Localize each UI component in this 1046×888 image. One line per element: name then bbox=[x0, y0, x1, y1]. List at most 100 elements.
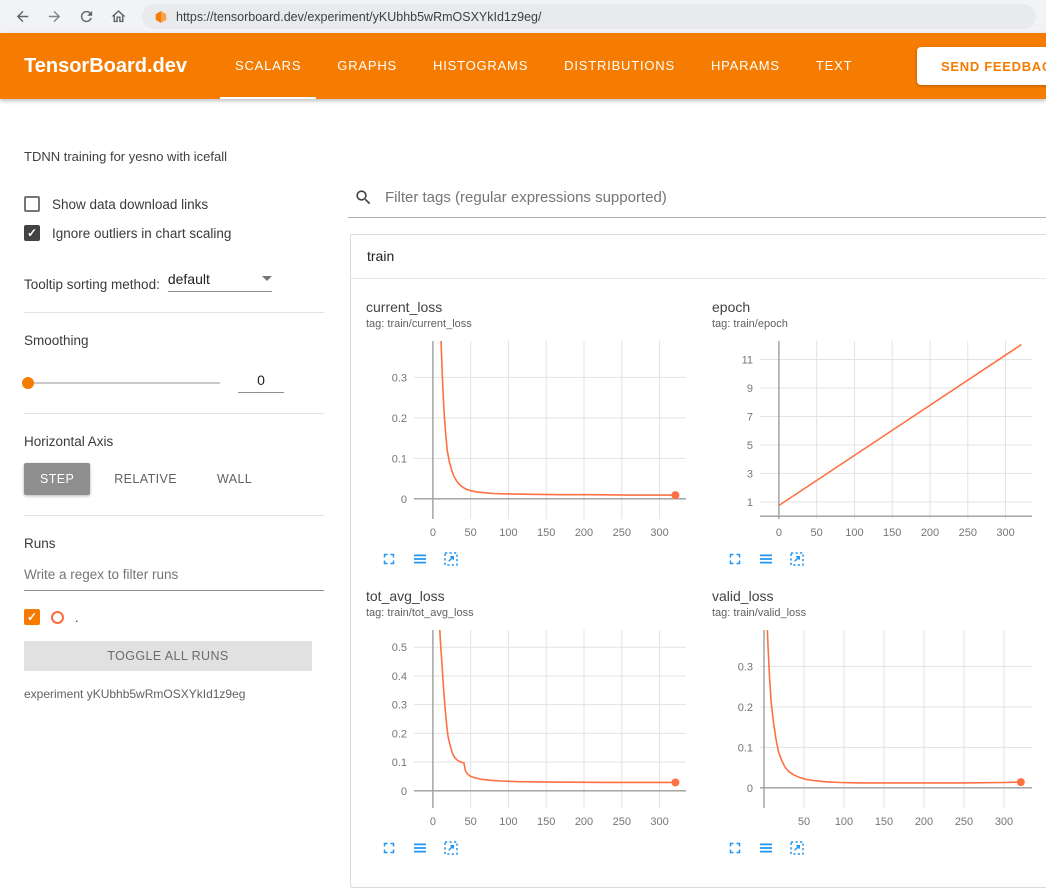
fit-domain-icon[interactable] bbox=[442, 550, 460, 568]
forward-icon[interactable] bbox=[42, 5, 66, 29]
axis-wall-button[interactable]: WALL bbox=[201, 463, 268, 495]
fit-domain-icon[interactable] bbox=[788, 839, 806, 857]
smoothing-slider[interactable] bbox=[24, 382, 220, 384]
svg-text:0.3: 0.3 bbox=[392, 372, 407, 384]
app-header: TensorBoard.dev SCALARS GRAPHS HISTOGRAM… bbox=[0, 33, 1046, 99]
svg-text:0.5: 0.5 bbox=[392, 642, 407, 654]
svg-text:0: 0 bbox=[401, 786, 407, 798]
full-width-icon[interactable] bbox=[411, 839, 429, 857]
tag-filter-bar bbox=[348, 178, 1046, 218]
tag-group-title[interactable]: train bbox=[351, 235, 1046, 279]
svg-text:250: 250 bbox=[613, 816, 631, 828]
line-chart-epoch[interactable]: 0501001502002503001357911 bbox=[712, 336, 1042, 546]
svg-text:0.1: 0.1 bbox=[392, 453, 407, 465]
back-icon[interactable] bbox=[10, 5, 34, 29]
svg-text:0: 0 bbox=[776, 527, 782, 539]
fullscreen-icon[interactable] bbox=[380, 550, 398, 568]
svg-text:50: 50 bbox=[811, 527, 823, 539]
tab-hparams[interactable]: HPARAMS bbox=[696, 33, 795, 99]
browser-toolbar: https://tensorboard.dev/experiment/yKUbh… bbox=[0, 0, 1046, 33]
fullscreen-icon[interactable] bbox=[726, 550, 744, 568]
run-row: . bbox=[24, 609, 324, 625]
fit-domain-icon[interactable] bbox=[788, 550, 806, 568]
svg-text:150: 150 bbox=[537, 527, 555, 539]
svg-text:100: 100 bbox=[845, 527, 863, 539]
svg-text:200: 200 bbox=[915, 816, 933, 828]
full-width-icon[interactable] bbox=[757, 550, 775, 568]
toggle-all-runs-button[interactable]: TOGGLE ALL RUNS bbox=[24, 641, 312, 671]
reload-icon[interactable] bbox=[74, 5, 98, 29]
tooltip-sorting-select[interactable]: default bbox=[168, 271, 272, 292]
line-chart-current-loss[interactable]: 05010015020025030000.10.20.3 bbox=[366, 336, 696, 546]
full-width-icon[interactable] bbox=[757, 839, 775, 857]
svg-text:3: 3 bbox=[747, 468, 753, 480]
fullscreen-icon[interactable] bbox=[726, 839, 744, 857]
horizontal-axis-label: Horizontal Axis bbox=[24, 434, 324, 449]
svg-text:300: 300 bbox=[996, 527, 1014, 539]
divider bbox=[24, 515, 324, 516]
svg-text:250: 250 bbox=[955, 816, 973, 828]
svg-text:0: 0 bbox=[747, 783, 753, 795]
tab-graphs[interactable]: GRAPHS bbox=[322, 33, 412, 99]
tab-text[interactable]: TEXT bbox=[801, 33, 867, 99]
svg-text:0: 0 bbox=[401, 494, 407, 506]
tag-filter-input[interactable] bbox=[383, 188, 1040, 207]
app-title[interactable]: TensorBoard.dev bbox=[24, 33, 187, 99]
svg-text:250: 250 bbox=[959, 527, 977, 539]
tensorboard-favicon bbox=[154, 10, 168, 24]
address-bar[interactable]: https://tensorboard.dev/experiment/yKUbh… bbox=[142, 4, 1036, 29]
svg-text:100: 100 bbox=[499, 527, 517, 539]
divider bbox=[24, 413, 324, 414]
slider-thumb[interactable] bbox=[22, 377, 34, 389]
divider bbox=[24, 312, 324, 313]
search-icon bbox=[354, 188, 373, 207]
tag-group-card: train current_loss tag: train/current_lo… bbox=[350, 234, 1046, 888]
svg-text:0.1: 0.1 bbox=[738, 742, 753, 754]
chart-card-tot-avg-loss: tot_avg_loss tag: train/tot_avg_loss 050… bbox=[366, 588, 696, 857]
chart-title: current_loss bbox=[366, 299, 696, 315]
svg-text:0.2: 0.2 bbox=[392, 413, 407, 425]
svg-text:0.4: 0.4 bbox=[392, 671, 407, 683]
tab-histograms[interactable]: HISTOGRAMS bbox=[418, 33, 543, 99]
run-name: . bbox=[75, 610, 79, 625]
svg-text:300: 300 bbox=[650, 527, 668, 539]
fullscreen-icon[interactable] bbox=[380, 839, 398, 857]
svg-text:300: 300 bbox=[995, 816, 1013, 828]
runs-filter-input[interactable] bbox=[24, 561, 324, 591]
line-chart-tot-avg-loss[interactable]: 05010015020025030000.10.20.30.40.5 bbox=[366, 625, 696, 835]
url-text: https://tensorboard.dev/experiment/yKUbh… bbox=[176, 10, 541, 24]
svg-text:200: 200 bbox=[575, 816, 593, 828]
ignore-outliers-label: Ignore outliers in chart scaling bbox=[52, 226, 231, 241]
svg-text:150: 150 bbox=[883, 527, 901, 539]
tab-distributions[interactable]: DISTRIBUTIONS bbox=[549, 33, 690, 99]
tab-scalars[interactable]: SCALARS bbox=[220, 33, 316, 99]
chart-toolbar bbox=[366, 550, 696, 568]
send-feedback-button[interactable]: SEND FEEDBACK bbox=[917, 47, 1046, 85]
svg-text:0: 0 bbox=[430, 816, 436, 828]
chart-title: valid_loss bbox=[712, 588, 1042, 604]
show-download-links-checkbox[interactable] bbox=[24, 196, 40, 212]
chart-tag: tag: train/valid_loss bbox=[712, 607, 1042, 619]
svg-text:150: 150 bbox=[537, 816, 555, 828]
chevron-down-icon bbox=[262, 276, 272, 281]
axis-relative-button[interactable]: RELATIVE bbox=[98, 463, 193, 495]
line-chart-valid-loss[interactable]: 5010015020025030000.10.20.3 bbox=[712, 625, 1042, 835]
axis-step-button[interactable]: STEP bbox=[24, 463, 90, 495]
chart-card-valid-loss: valid_loss tag: train/valid_loss 5010015… bbox=[712, 588, 1042, 857]
svg-text:150: 150 bbox=[875, 816, 893, 828]
fit-domain-icon[interactable] bbox=[442, 839, 460, 857]
experiment-caption: experiment yKUbhb5wRmOSXYkId1z9eg bbox=[24, 687, 324, 701]
tooltip-sorting-label: Tooltip sorting method: bbox=[24, 277, 160, 292]
svg-text:200: 200 bbox=[921, 527, 939, 539]
chart-toolbar bbox=[366, 839, 696, 857]
chart-tag: tag: train/epoch bbox=[712, 318, 1042, 330]
run-checkbox[interactable] bbox=[24, 609, 40, 625]
full-width-icon[interactable] bbox=[411, 550, 429, 568]
home-icon[interactable] bbox=[106, 5, 130, 29]
scalars-dashboard: train current_loss tag: train/current_lo… bbox=[348, 178, 1046, 825]
svg-text:1: 1 bbox=[747, 497, 753, 509]
experiment-header: TDNN training for yesno with icefall bbox=[0, 99, 1046, 178]
ignore-outliers-checkbox[interactable] bbox=[24, 225, 40, 241]
smoothing-value[interactable]: 0 bbox=[238, 372, 284, 393]
svg-text:7: 7 bbox=[747, 411, 753, 423]
